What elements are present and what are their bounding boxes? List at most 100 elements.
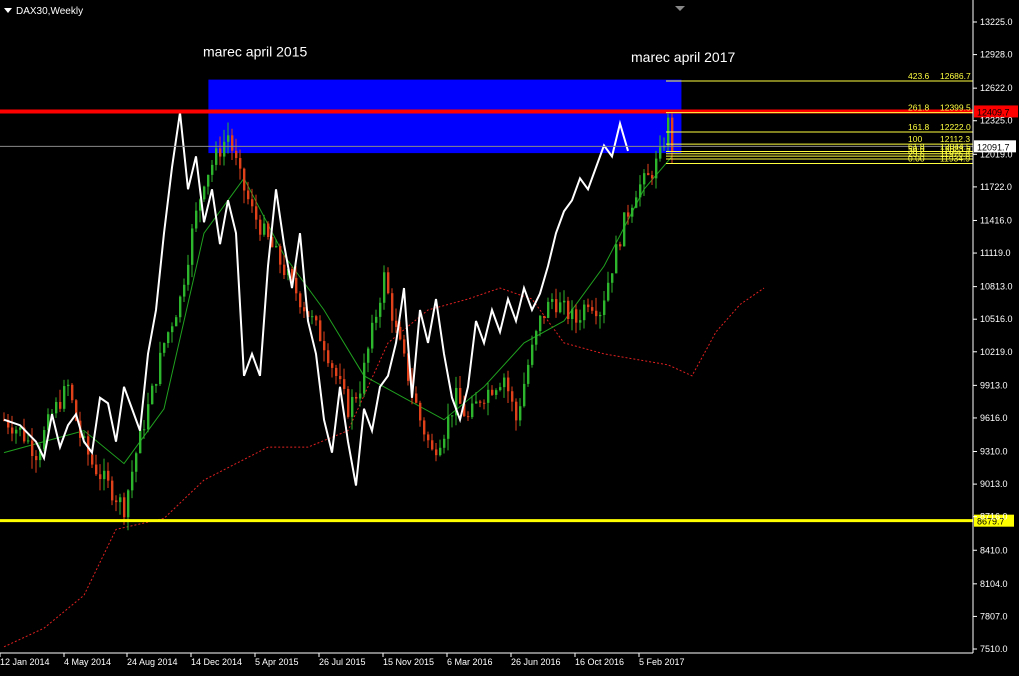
x-tick-label: 4 May 2014	[64, 657, 111, 667]
candle-body	[587, 304, 590, 308]
candle-body	[483, 402, 486, 404]
candle-body	[99, 474, 102, 480]
candle-body	[147, 404, 150, 430]
candle-body	[655, 158, 658, 179]
candle-body	[563, 300, 566, 303]
candle-body	[275, 246, 278, 248]
candle-body	[467, 416, 470, 418]
candle-body	[35, 456, 38, 461]
x-tick-label: 16 Oct 2016	[575, 657, 624, 667]
candle-body	[627, 212, 630, 217]
candle-body	[27, 440, 30, 442]
candle-body	[495, 390, 498, 395]
chart-window: 12409.7 8679.7 12091.7 423.6 12686.7 261.8 123…	[0, 0, 1019, 676]
caret-down-icon[interactable]	[4, 8, 12, 13]
candle-body	[651, 175, 654, 179]
fib-level-label: 0.00	[908, 154, 925, 164]
candle-body	[391, 293, 394, 321]
candle-body	[59, 401, 62, 409]
candle-body	[347, 388, 350, 417]
candle-body	[555, 299, 558, 313]
candle-body	[383, 272, 386, 303]
candle-body	[319, 320, 322, 342]
candle-body	[387, 272, 390, 294]
price-chart[interactable]: 12409.78679.712091.7423.6 12686.7261.8 123…	[0, 0, 1019, 676]
y-tick-label: 13225.0	[980, 17, 1013, 27]
candle-body	[527, 364, 530, 384]
candle-body	[639, 184, 642, 198]
candle-body	[235, 150, 238, 159]
candle-body	[95, 464, 98, 475]
candle-body	[71, 384, 74, 401]
candle-body	[67, 384, 70, 387]
candle-body	[311, 316, 314, 318]
candle-body	[523, 383, 526, 407]
candle-body	[599, 314, 602, 317]
candle-body	[439, 447, 442, 456]
candle-body	[659, 147, 662, 159]
candle-body	[203, 186, 206, 200]
candle-body	[447, 416, 450, 439]
candle-body	[539, 315, 542, 332]
y-tick-label: 10219.0	[980, 347, 1013, 357]
candle-body	[415, 393, 418, 403]
candle-body	[543, 315, 546, 318]
candle-body	[367, 348, 370, 363]
candle-body	[567, 300, 570, 320]
candle-body	[427, 434, 430, 441]
candle-body	[375, 316, 378, 323]
candle-body	[535, 331, 538, 345]
candle-body	[255, 206, 258, 220]
candle-body	[279, 246, 282, 265]
candle-body	[451, 415, 454, 417]
fib-price-label: 12222.0	[940, 122, 971, 132]
candle-body	[595, 310, 598, 317]
candle-body	[251, 199, 254, 207]
candle-body	[263, 223, 266, 235]
y-tick-label: 11722.0	[980, 182, 1012, 192]
fib-level-label: 261.8	[908, 103, 930, 113]
candle-body	[507, 377, 510, 392]
candle-body	[575, 309, 578, 323]
candle-body	[643, 173, 646, 185]
annotation-label: marec april 2017	[631, 49, 735, 65]
candle-body	[239, 158, 242, 169]
candle-body	[215, 148, 218, 165]
fib-price-label: 12399.5	[940, 103, 971, 113]
candle-body	[647, 173, 650, 176]
candle-body	[571, 309, 574, 320]
candle-body	[155, 384, 158, 386]
candle-body	[123, 497, 126, 518]
x-tick-label: 12 Jan 2014	[0, 657, 50, 667]
candle-body	[331, 363, 334, 368]
candle-body	[187, 264, 190, 285]
x-tick-label: 26 Jul 2015	[319, 657, 366, 667]
candle-body	[379, 302, 382, 317]
candle-body	[471, 403, 474, 418]
candle-body	[399, 326, 402, 340]
candle-body	[551, 299, 554, 302]
candle-body	[183, 284, 186, 297]
y-tick-label: 8410.0	[980, 545, 1008, 555]
candle-body	[127, 490, 130, 518]
y-tick-label: 9310.0	[980, 447, 1008, 457]
candle-body	[511, 391, 514, 402]
candle-body	[487, 389, 490, 403]
candle-body	[315, 316, 318, 321]
candle-body	[175, 317, 178, 327]
candle-body	[223, 141, 226, 157]
candle-body	[327, 350, 330, 364]
candle-body	[259, 219, 262, 235]
candle-body	[635, 197, 638, 208]
fib-price-label: 12686.7	[940, 71, 971, 81]
x-tick-label: 24 Aug 2014	[127, 657, 178, 667]
symbol-title: DAX30,Weekly	[4, 6, 83, 17]
candle-body	[191, 228, 194, 265]
candle-body	[243, 168, 246, 191]
y-tick-label: 12325.0	[980, 116, 1013, 126]
y-tick-label: 9913.0	[980, 380, 1008, 390]
candle-body	[395, 320, 398, 327]
x-tick-label: 26 Jun 2016	[511, 657, 561, 667]
candle-body	[111, 480, 114, 501]
candle-body	[515, 401, 518, 421]
